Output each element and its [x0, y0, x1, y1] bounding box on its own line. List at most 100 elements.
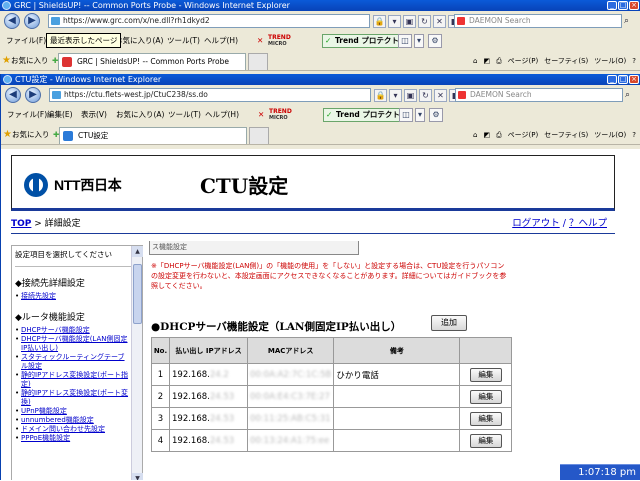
edit-button[interactable]: 編集 [469, 411, 502, 426]
print-icon[interactable]: ⎙ [496, 51, 502, 71]
new-tab-button[interactable] [249, 127, 269, 144]
nav-item-static-nat-port[interactable]: 静的IPアドレス変換設定(ポート指定) [15, 371, 131, 389]
logout-link[interactable]: ログアウト [512, 218, 560, 229]
close-toolbar-icon[interactable]: ✕ [258, 105, 264, 125]
dropdown-icon[interactable]: ▾ [388, 15, 401, 28]
breadcrumb-top-link[interactable]: TOP [11, 219, 31, 229]
taskbar-clock[interactable]: 1:07:18 pm [560, 464, 640, 480]
tool-safety[interactable]: セーフティ(S) [544, 51, 588, 71]
tool-tools[interactable]: ツール(O) [594, 125, 626, 145]
row-action: 編集 [459, 407, 513, 430]
edit-button[interactable]: 編集 [469, 367, 502, 382]
minimize-button[interactable]: _ [607, 75, 617, 84]
menu-favorites[interactable]: お気に入り(A) [115, 31, 163, 51]
close-button[interactable]: × [629, 1, 639, 10]
menu-file[interactable]: ファイル(F) [6, 31, 46, 51]
forward-icon[interactable]: ▶ [24, 13, 40, 29]
nav-item-unnumbered[interactable]: unnumbered機能設定 [15, 416, 131, 425]
tool-page[interactable]: ページ(P) [508, 51, 539, 71]
window2-titlebar[interactable]: CTU設定 - Windows Internet Explorer _ □ × [1, 74, 640, 85]
help-link[interactable]: ？ヘルプ [569, 218, 607, 229]
row-note [333, 407, 461, 430]
foreground-browser-window: CTU設定 - Windows Internet Explorer _ □ × … [0, 74, 640, 480]
window1-search-input[interactable]: DAEMON Search [454, 14, 622, 28]
maximize-button[interactable]: □ [618, 75, 628, 84]
lock-icon[interactable]: 🔒 [373, 15, 386, 28]
settings-icon[interactable]: ⚙ [428, 34, 442, 48]
settings-icon[interactable]: ⚙ [429, 108, 443, 122]
home-icon[interactable]: ⌂ [473, 51, 477, 71]
help-icon[interactable]: ? [632, 51, 636, 71]
edit-button[interactable]: 編集 [469, 389, 502, 404]
scroll-up-icon[interactable]: ▲ [132, 246, 143, 257]
refresh-icon[interactable]: ↻ [418, 15, 431, 28]
menu-help[interactable]: ヘルプ(H) [204, 31, 238, 51]
add-button[interactable]: 追加 [431, 315, 467, 331]
tab-ctu[interactable]: CTU設定 [59, 127, 247, 144]
site-header: NTT西日本 CTU設定 [11, 155, 615, 211]
refresh-icon[interactable]: ↻ [419, 89, 432, 102]
edit-button[interactable]: 編集 [469, 433, 502, 448]
feed-icon[interactable]: ◩ [483, 125, 490, 145]
window2-address-bar[interactable]: https://ctu.flets-west.jp/CtuC238/ss.do [49, 88, 371, 102]
tool-safety[interactable]: セーフティ(S) [544, 125, 588, 145]
minimize-button[interactable]: _ [607, 1, 617, 10]
back-icon[interactable]: ◀ [4, 13, 20, 29]
window1-address-bar[interactable]: https://www.grc.com/x/ne.dll?rh1dkyd2 [48, 14, 370, 28]
stop-icon[interactable]: ✕ [434, 89, 447, 102]
help-icon[interactable]: ? [632, 125, 636, 145]
menu-edit[interactable]: 編集(E) [47, 105, 73, 125]
col-action [459, 337, 513, 364]
star-icon: ★ [2, 55, 11, 66]
table-row: 4 192.168.24.53 00:13:24:A1:75:ee 編集 [151, 429, 513, 452]
tab-grc[interactable]: GRC | ShieldsUP! -- Common Ports Probe [58, 53, 246, 70]
toolbar-icon[interactable]: ◫ [399, 108, 413, 122]
favorites-button[interactable]: ★お気に入り [2, 51, 48, 71]
new-tab-button[interactable] [248, 53, 268, 70]
row-no: 1 [151, 363, 170, 386]
toolbar-icon[interactable]: ◫ [398, 34, 412, 48]
stop-icon[interactable]: ✕ [433, 15, 446, 28]
nav-item-pppoe[interactable]: PPPoE機能設定 [15, 434, 131, 443]
window2-search-input[interactable]: DAEMON Search [455, 88, 623, 102]
scroll-down-icon[interactable]: ▼ [132, 473, 143, 480]
back-icon[interactable]: ◀ [5, 87, 21, 103]
menu-tools[interactable]: ツール(T) [168, 105, 201, 125]
dropdown-icon[interactable]: ▾ [389, 89, 402, 102]
menu-favorites[interactable]: お気に入り(A) [116, 105, 164, 125]
nav-item-upnp[interactable]: UPnP機能設定 [15, 407, 131, 416]
menu-file[interactable]: ファイル(F) [7, 105, 47, 125]
menu-view[interactable]: 表示(V) [81, 105, 107, 125]
close-button[interactable]: × [629, 75, 639, 84]
maximize-button[interactable]: □ [618, 1, 628, 10]
table-row: 3 192.168.24.53 00:11:25:AB:C5:31 編集 [151, 407, 513, 430]
tool-page[interactable]: ページ(P) [508, 125, 539, 145]
nav-scrollbar[interactable]: ▲ ▼ [131, 246, 143, 480]
nav-item-dns[interactable]: ドメイン問い合わせ先設定 [15, 425, 131, 434]
compat-icon[interactable]: ▣ [404, 89, 417, 102]
close-toolbar-icon[interactable]: ✕ [257, 31, 263, 51]
window1-titlebar[interactable]: GRC | ShieldsUP! -- Common Ports Probe -… [0, 0, 640, 11]
compat-icon[interactable]: ▣ [403, 15, 416, 28]
nav-item-static-nat-convert[interactable]: 静的IPアドレス変換設定(ポート変換) [15, 389, 131, 407]
row-note: ひかり電話 [333, 363, 461, 386]
chevron-down-icon[interactable]: ▾ [414, 34, 424, 48]
nav-item-static-routing[interactable]: スタティックルーティングテーブル設定 [15, 353, 131, 371]
row-ip: 192.168.24.53 [169, 385, 248, 408]
print-icon[interactable]: ⎙ [496, 125, 502, 145]
menu-help[interactable]: ヘルプ(H) [205, 105, 239, 125]
nav-item-dhcp-fixed[interactable]: DHCPサーバ機能設定(LAN側固定IP払い出し) [15, 335, 131, 353]
favorites-button[interactable]: ★お気に入り [3, 125, 49, 145]
home-icon[interactable]: ⌂ [473, 125, 477, 145]
forward-icon[interactable]: ▶ [25, 87, 41, 103]
nav-item-dhcp[interactable]: DHCPサーバ機能設定 [15, 326, 131, 335]
chevron-down-icon[interactable]: ▾ [415, 108, 425, 122]
nav-item-connection-settings[interactable]: 接続先設定 [15, 292, 131, 301]
search-icon[interactable]: ⌕ [624, 15, 636, 27]
menu-tools[interactable]: ツール(T) [167, 31, 200, 51]
scroll-thumb[interactable] [133, 264, 142, 324]
search-icon[interactable]: ⌕ [625, 89, 637, 101]
feed-icon[interactable]: ◩ [483, 51, 490, 71]
lock-icon[interactable]: 🔒 [374, 89, 387, 102]
tool-tools[interactable]: ツール(O) [594, 51, 626, 71]
